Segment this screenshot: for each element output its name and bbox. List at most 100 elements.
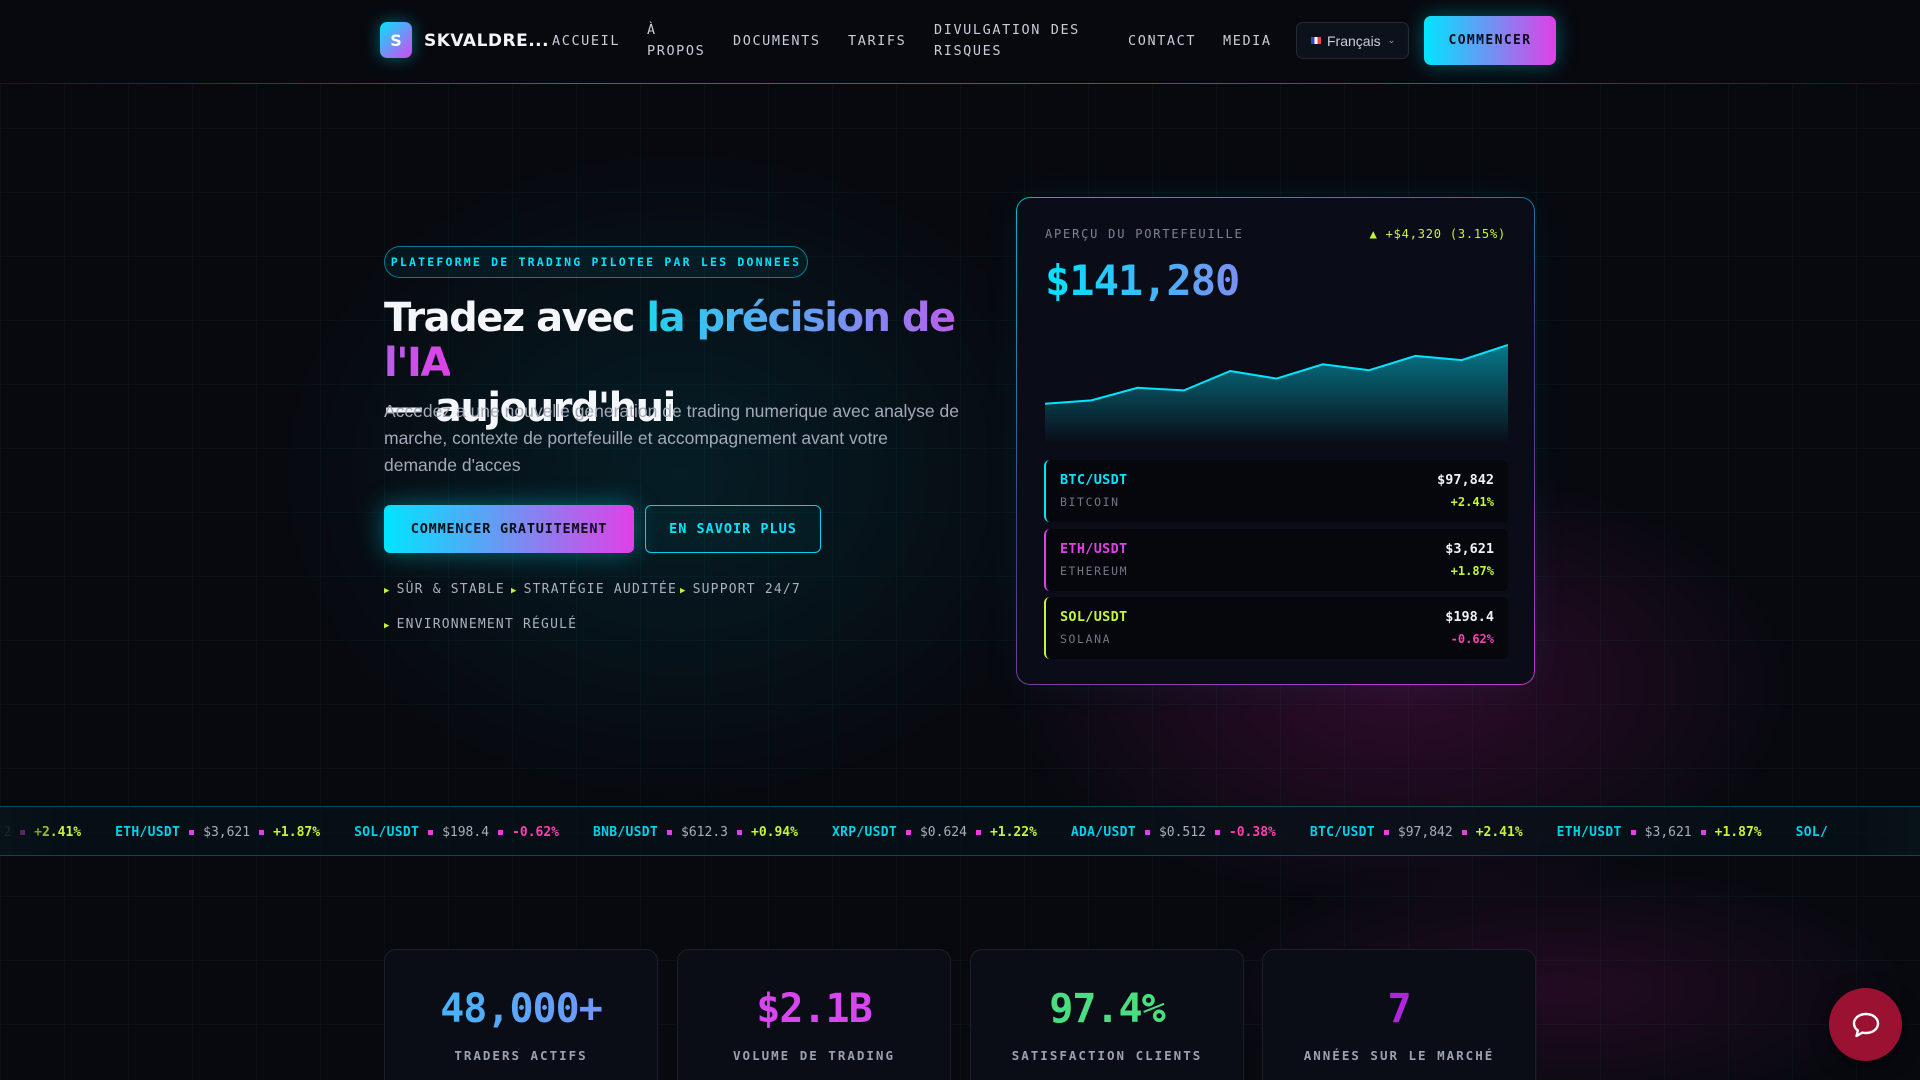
ticker-symbol: ADA/USDT	[1070, 824, 1136, 840]
nav-link-a-propos-line2: PROPOS	[647, 43, 706, 59]
asset-price: $3,621	[1445, 541, 1494, 557]
feature-audited-label: STRATÉGIE AUDITÉE	[523, 582, 678, 597]
chat-bubble-icon	[1852, 1012, 1879, 1037]
stat-label: TRADERS ACTIFS	[454, 1048, 588, 1063]
asset-row-sol[interactable]: SOL/USDT SOLANA $198.4 -0.62%	[1044, 597, 1508, 659]
triangle-right-icon: ▶	[384, 621, 391, 631]
ticker-symbol: XRP/USDT	[831, 824, 897, 840]
triangle-right-icon: ▶	[680, 586, 687, 596]
chevron-down-icon: ⌄	[1387, 35, 1396, 45]
ticker-change: +1.87%	[273, 824, 321, 840]
ticker-item: XRP/USDT $0.624 +1.22%	[832, 825, 1037, 840]
feature-support-label: SUPPORT 24/7	[692, 582, 801, 597]
ticker-symbol: SOL/USDT	[354, 824, 420, 840]
ticker-price: 7,842	[0, 824, 12, 840]
ticker-item: 7,842 +2.41%	[0, 825, 81, 840]
feature-support: ▶ SUPPORT 24/7	[680, 582, 801, 597]
ticker-item: BTC/USDT $97,842 +2.41%	[1310, 825, 1523, 840]
ticker-item: BNB/USDT $612.3 +0.94%	[593, 825, 798, 840]
ticker-change: +2.41%	[34, 824, 82, 840]
feature-secure-label: SÛR & STABLE	[396, 582, 505, 597]
asset-row-eth[interactable]: ETH/USDT ETHEREUM $3,621 +1.87%	[1044, 529, 1508, 591]
ticker-price: $3,621	[1644, 824, 1692, 840]
asset-change: -0.62%	[1450, 632, 1494, 646]
nav-link-contact[interactable]: CONTACT	[1128, 31, 1196, 52]
ticker-price: $0.624	[919, 824, 967, 840]
ticker-symbol: BNB/USDT	[593, 824, 659, 840]
asset-symbol: BTC/USDT	[1060, 472, 1128, 488]
stat-label: SATISFACTION CLIENTS	[1011, 1048, 1203, 1063]
ticker-separator-icon	[189, 829, 195, 835]
ticker-item: ETH/USDT $3,621 +1.87%	[1557, 825, 1762, 840]
portfolio-card: APERÇU DU PORTEFEUILLE ▲ +$4,320 (3.15%)…	[1016, 197, 1535, 685]
nav-link-divulgation-line2: RISQUES	[934, 43, 1003, 59]
triangle-right-icon: ▶	[511, 586, 518, 596]
commencer-gratuitement-button[interactable]: COMMENCER GRATUITEMENT	[384, 505, 634, 553]
hero-title-plain: Tradez avec	[384, 295, 647, 341]
portfolio-sparkline	[1045, 344, 1508, 443]
ticker-symbol: BTC/USDT	[1309, 824, 1375, 840]
asset-price: $97,842	[1437, 472, 1494, 488]
stat-value: 7	[1387, 986, 1411, 1032]
stat-label: VOLUME DE TRADING	[733, 1048, 895, 1063]
ticker-separator-icon	[975, 829, 981, 835]
chat-button[interactable]	[1829, 988, 1902, 1061]
asset-name: SOLANA	[1060, 632, 1112, 646]
asset-symbol: SOL/USDT	[1060, 609, 1128, 625]
nav-link-media[interactable]: MEDIA	[1223, 31, 1272, 52]
hero-badge: PLATEFORME DE TRADING PILOTEE PAR LES DO…	[384, 246, 808, 278]
ticker-item: ETH/USDT $3,621 +1.87%	[115, 825, 320, 840]
nav-link-accueil[interactable]: ACCUEIL	[552, 31, 620, 52]
ticker-separator-icon	[498, 829, 504, 835]
ticker-item: ADA/USDT $0.512 -0.38%	[1071, 825, 1276, 840]
ticker-symbol: SOL/	[1795, 824, 1829, 840]
feature-audited: ▶ STRATÉGIE AUDITÉE	[511, 582, 677, 597]
nav-link-a-propos[interactable]: À PROPOS	[647, 20, 705, 62]
logo-icon[interactable]: S	[380, 22, 412, 58]
ticker-separator-icon	[1383, 829, 1389, 835]
en-savoir-plus-button[interactable]: EN SAVOIR PLUS	[645, 505, 821, 553]
triangle-right-icon: ▶	[384, 586, 391, 596]
asset-row-btc[interactable]: BTC/USDT BITCOIN $97,842 +2.41%	[1044, 460, 1508, 522]
ticker-separator-icon	[1630, 829, 1636, 835]
portfolio-label: APERÇU DU PORTEFEUILLE	[1045, 227, 1244, 241]
stat-card-years: 7 ANNÉES SUR LE MARCHÉ	[1262, 949, 1536, 1080]
ticker-price: $612.3	[681, 824, 728, 840]
ticker-change: +2.41%	[1475, 824, 1523, 840]
ticker-price: $0.512	[1158, 824, 1206, 840]
flag-fr-icon	[1311, 37, 1321, 44]
ticker-change: +0.94%	[751, 824, 798, 840]
language-selector[interactable]: Français ⌄	[1296, 22, 1409, 59]
feature-secure: ▶ SÛR & STABLE	[384, 582, 505, 597]
asset-symbol: ETH/USDT	[1060, 541, 1128, 557]
brand-name[interactable]: SKVALDRE...	[424, 31, 549, 51]
nav-link-documents[interactable]: DOCUMENTS	[733, 31, 821, 52]
asset-name: BITCOIN	[1060, 495, 1120, 509]
stat-value: 48,000+	[385, 986, 657, 1032]
ticker-change: -0.62%	[512, 824, 560, 840]
nav-link-divulgation-line1: DIVULGATION DES	[934, 22, 1080, 38]
feature-regulated: ▶ ENVIRONNEMENT RÉGULÉ	[384, 617, 577, 632]
ticker-separator-icon	[428, 829, 434, 835]
ticker-price: $3,621	[203, 824, 251, 840]
stat-card-volume: $2.1B VOLUME DE TRADING	[677, 949, 951, 1080]
asset-price: $198.4	[1445, 609, 1494, 625]
nav-link-tarifs[interactable]: TARIFS	[848, 31, 906, 52]
ticker-change: -0.38%	[1228, 824, 1276, 840]
ticker-symbol: ETH/USDT	[1556, 824, 1622, 840]
ticker-symbol: ETH/USDT	[115, 824, 181, 840]
logo-letter: S	[390, 30, 402, 50]
ticker-item: SOL/	[1796, 825, 1829, 840]
ticker-change: +1.22%	[989, 824, 1037, 840]
ticker-separator-icon	[1214, 829, 1220, 835]
stat-label: ANNÉES SUR LE MARCHÉ	[1303, 1048, 1495, 1063]
commencer-button[interactable]: COMMENCER	[1424, 16, 1556, 65]
ticker-fade-right	[1860, 807, 1920, 855]
portfolio-value: $141,280	[1045, 256, 1240, 305]
price-ticker: 7,842 +2.41% ETH/USDT $3,621 +1.87% SOL/USDT $…	[0, 806, 1920, 856]
nav-link-divulgation[interactable]: DIVULGATION DES RISQUES	[934, 20, 1080, 62]
ticker-price: $198.4	[442, 824, 490, 840]
language-label: Français	[1327, 32, 1381, 49]
ticker-item: SOL/USDT $198.4 -0.62%	[354, 825, 559, 840]
portfolio-change: ▲ +$4,320 (3.15%)	[1369, 227, 1506, 241]
